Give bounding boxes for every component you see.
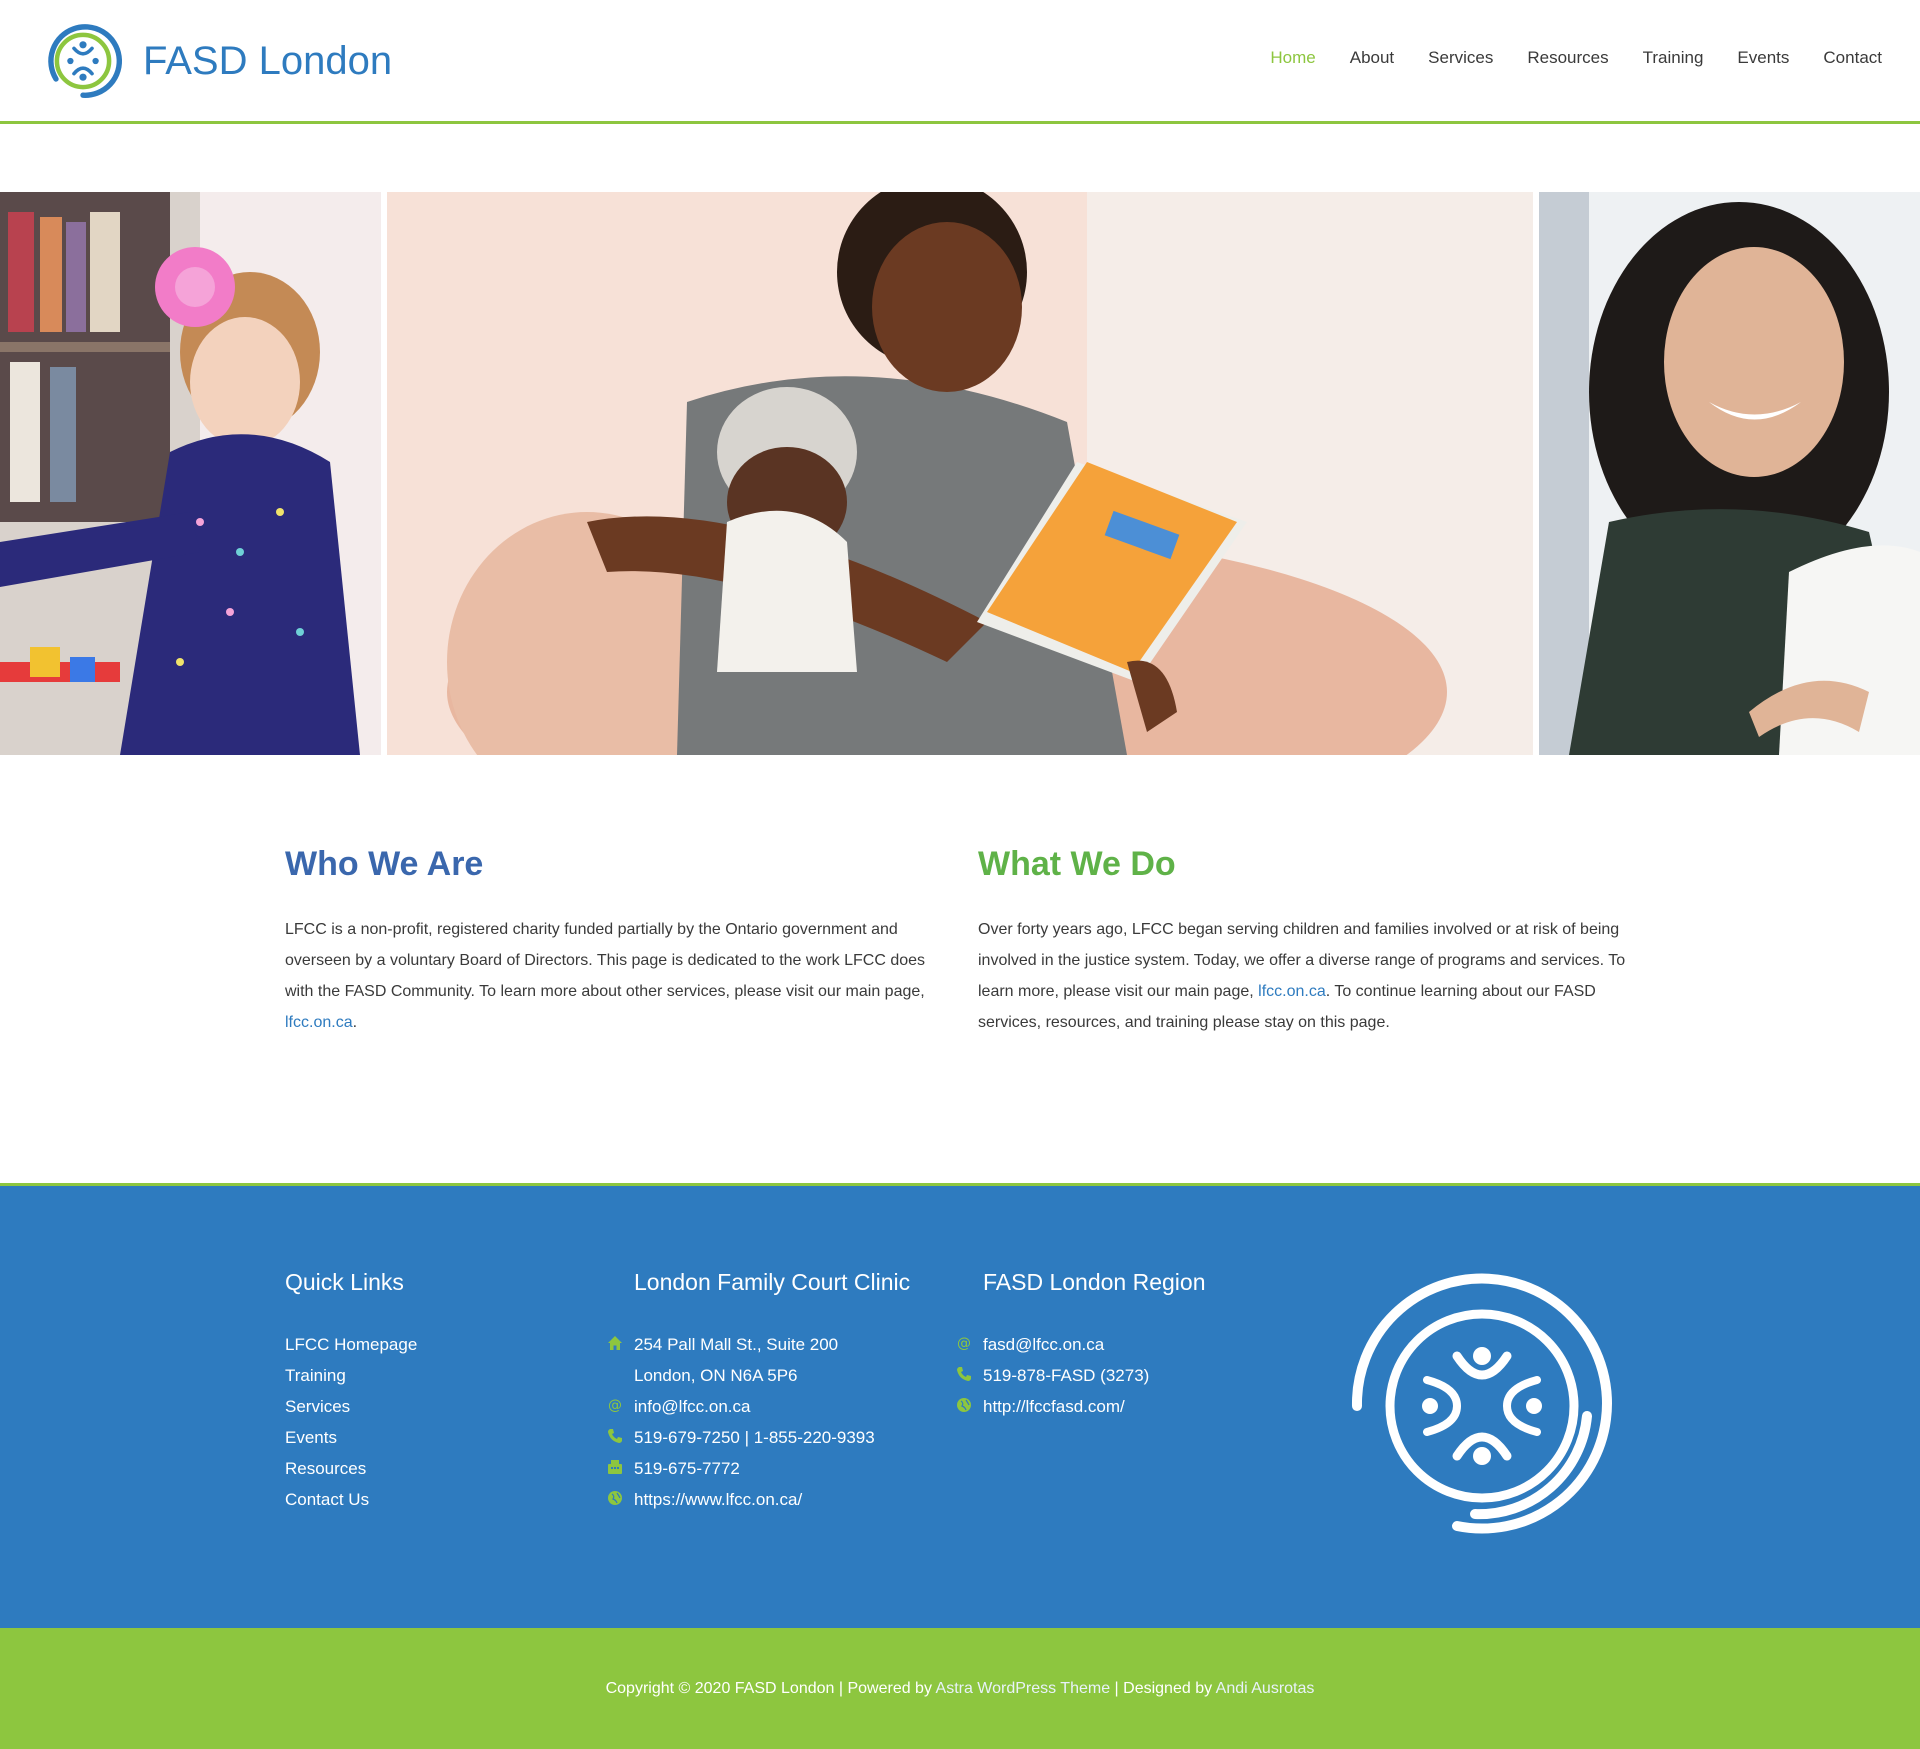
woman-smiling-photo — [1539, 192, 1920, 755]
region-email-link[interactable]: fasd@lfcc.on.ca — [983, 1335, 1104, 1354]
clinic-fax: 519-675-7772 — [608, 1453, 910, 1484]
copyright-bar: Copyright © 2020 FASD London | Powered b… — [0, 1628, 1920, 1749]
site-logo[interactable]: FASD London — [38, 16, 392, 106]
who-we-are-column: Who We Are LFCC is a non-profit, registe… — [285, 845, 945, 1038]
region-contact-column: FASD London Region @ fasd@lfcc.on.ca 519… — [957, 1269, 1206, 1422]
lfcc-main-page-link[interactable]: lfcc.on.ca — [1258, 983, 1326, 1000]
copyright-text: Copyright © 2020 FASD London | Powered b… — [605, 1680, 1315, 1697]
region-contact-list: @ fasd@lfcc.on.ca 519-878-FASD (3273) ht… — [957, 1329, 1206, 1422]
list-item: Contact Us — [285, 1484, 417, 1515]
clinic-email: @ info@lfcc.on.ca — [608, 1391, 910, 1422]
site-header: FASD London Home About Services Resource… — [0, 0, 1920, 124]
region-phone: 519-878-FASD (3273) — [957, 1360, 1206, 1391]
quick-link-events[interactable]: Events — [285, 1428, 337, 1447]
region-email: @ fasd@lfcc.on.ca — [957, 1329, 1206, 1360]
main-nav: Home About Services Resources Training E… — [1236, 48, 1882, 68]
region-heading: FASD London Region — [983, 1269, 1206, 1295]
svg-text:@: @ — [608, 1398, 622, 1414]
quick-links-heading: Quick Links — [285, 1269, 404, 1295]
phone-icon — [608, 1429, 622, 1443]
lfcc-main-page-link[interactable]: lfcc.on.ca — [285, 1014, 353, 1031]
nav-about[interactable]: About — [1350, 48, 1394, 68]
father-reading-photo — [387, 192, 1533, 755]
region-website: http://lfccfasd.com/ — [957, 1391, 1206, 1422]
list-item: Resources — [285, 1453, 417, 1484]
quick-link-lfcc-homepage[interactable]: LFCC Homepage — [285, 1335, 417, 1354]
slide-father-reading-image[interactable] — [387, 192, 1533, 755]
quick-link-contact-us[interactable]: Contact Us — [285, 1490, 369, 1509]
slide-woman-smiling-image[interactable] — [1539, 192, 1920, 755]
quick-link-training[interactable]: Training — [285, 1366, 346, 1385]
designer-link[interactable]: Andi Ausrotas — [1216, 1680, 1315, 1697]
site-title: FASD London — [143, 38, 393, 83]
clinic-address-line1: 254 Pall Mall St., Suite 200 — [608, 1329, 910, 1360]
nav-training[interactable]: Training — [1643, 48, 1704, 68]
nav-services[interactable]: Services — [1428, 48, 1493, 68]
nav-resources[interactable]: Resources — [1527, 48, 1608, 68]
region-website-link[interactable]: http://lfccfasd.com/ — [983, 1397, 1125, 1416]
list-item: Events — [285, 1422, 417, 1453]
quick-links-list: LFCC Homepage Training Services Events R… — [285, 1329, 417, 1515]
clinic-email-link[interactable]: info@lfcc.on.ca — [634, 1397, 750, 1416]
home-icon — [608, 1336, 622, 1350]
quick-link-resources[interactable]: Resources — [285, 1459, 366, 1478]
quick-link-services[interactable]: Services — [285, 1397, 350, 1416]
footer-logo-icon — [1351, 1273, 1612, 1534]
list-item: Services — [285, 1391, 417, 1422]
quick-links-column: Quick Links LFCC Homepage Training Servi… — [285, 1269, 417, 1515]
who-we-are-heading: Who We Are — [285, 845, 484, 883]
who-we-are-text: LFCC is a non-profit, registered charity… — [285, 921, 926, 1031]
at-icon: @ — [957, 1336, 971, 1352]
clinic-address-line2: London, ON N6A 5P6 — [634, 1366, 798, 1385]
globe-icon — [957, 1398, 971, 1412]
nav-home[interactable]: Home — [1270, 48, 1315, 68]
at-icon: @ — [608, 1398, 622, 1414]
clinic-heading: London Family Court Clinic — [634, 1269, 911, 1295]
astra-theme-link[interactable]: Astra WordPress Theme — [936, 1680, 1111, 1697]
svg-text:@: @ — [957, 1336, 971, 1352]
clinic-website: https://www.lfcc.on.ca/ — [608, 1484, 910, 1515]
clinic-website-link[interactable]: https://www.lfcc.on.ca/ — [634, 1490, 802, 1509]
phone-icon — [957, 1367, 971, 1381]
site-footer: Quick Links LFCC Homepage Training Servi… — [0, 1183, 1920, 1628]
list-item: LFCC Homepage — [285, 1329, 417, 1360]
clinic-phone: 519-679-7250 | 1-855-220-9393 — [608, 1422, 910, 1453]
clinic-contact-column: London Family Court Clinic 254 Pall Mall… — [608, 1269, 911, 1515]
clinic-contact-list: 254 Pall Mall St., Suite 200 London, ON … — [608, 1329, 910, 1515]
hero-slider[interactable] — [0, 192, 1920, 755]
slide-girl-playing-image[interactable] — [0, 192, 381, 755]
nav-contact[interactable]: Contact — [1823, 48, 1882, 68]
list-item: Training — [285, 1360, 417, 1391]
what-we-do-column: What We Do Over forty years ago, LFCC be… — [978, 845, 1638, 1038]
nav-events[interactable]: Events — [1737, 48, 1789, 68]
what-we-do-text: Over forty years ago, LFCC began serving… — [978, 921, 1626, 1031]
globe-icon — [608, 1491, 622, 1505]
fax-icon — [608, 1460, 622, 1474]
girl-playing-photo — [0, 192, 381, 755]
what-we-do-heading: What We Do — [978, 845, 1176, 883]
fasd-logo-icon — [48, 24, 122, 98]
